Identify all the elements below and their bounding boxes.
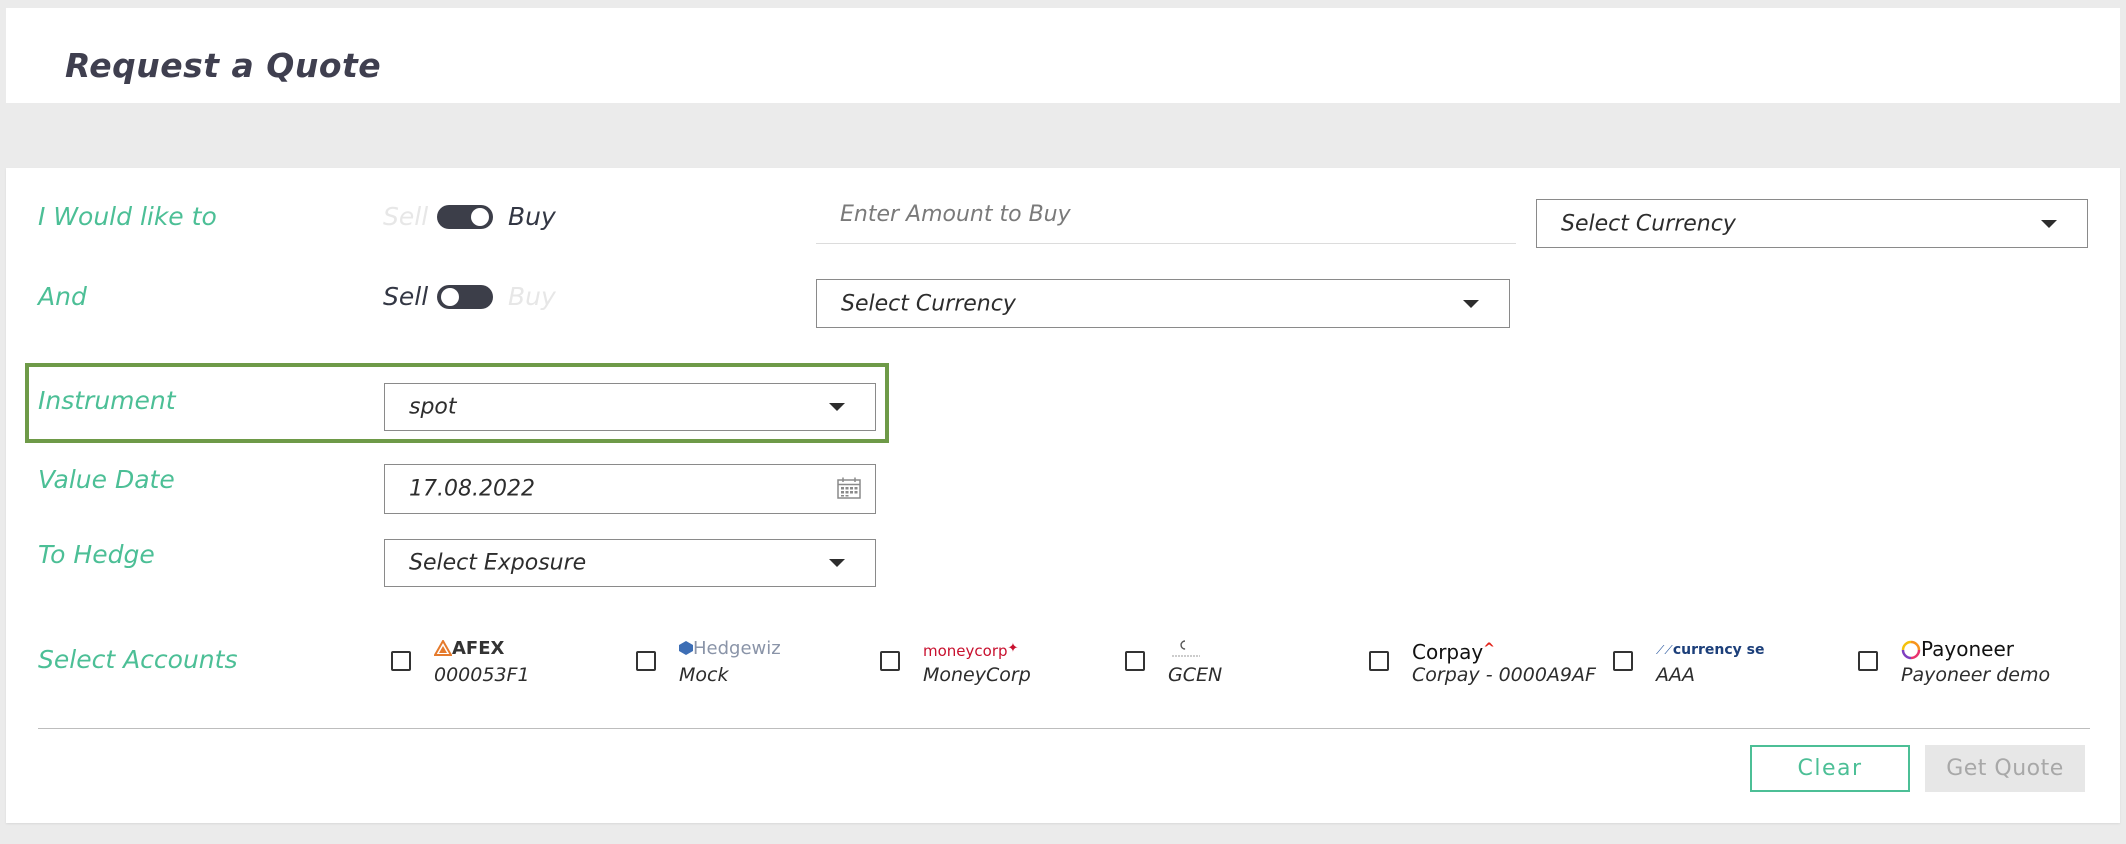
sell-currency-value: Select Currency <box>841 291 1016 316</box>
divider <box>38 728 2090 729</box>
chevron-down-icon <box>829 559 845 567</box>
exposure-value: Select Exposure <box>409 550 587 576</box>
account-name: 000053F1 <box>434 664 530 686</box>
account-name: MoneyCorp <box>923 664 1031 686</box>
account-checkbox[interactable] <box>1125 651 1145 671</box>
clear-button[interactable]: Clear <box>1750 745 1910 792</box>
and-label: And <box>38 282 87 311</box>
sell-currency-select[interactable]: Select Currency <box>816 279 1510 328</box>
chevron-down-icon <box>2041 219 2057 228</box>
account-checkbox[interactable] <box>1369 651 1389 671</box>
buy-currency-select[interactable]: Select Currency <box>1536 199 2088 248</box>
account-name: AAA <box>1656 664 1695 686</box>
corpay-logo: Corpay^ <box>1412 640 1495 664</box>
would-like-label: I Would like to <box>38 202 217 231</box>
value-date-label: Value Date <box>38 465 175 494</box>
row1-buy-sell-toggle[interactable] <box>437 205 493 229</box>
buy-currency-value: Select Currency <box>1561 211 1736 236</box>
afex-logo-icon <box>433 638 453 656</box>
toggle-knob <box>441 288 459 306</box>
exposure-select[interactable]: Select Exposure <box>384 539 876 587</box>
chevron-down-icon <box>1463 299 1479 308</box>
chevron-down-icon <box>829 403 845 411</box>
quote-form: I Would like to Sell Buy Select Currency… <box>6 168 2120 823</box>
page-title: Request a Quote <box>65 46 382 85</box>
instrument-value: spot <box>409 394 457 420</box>
instrument-label: Instrument <box>38 386 176 415</box>
sparkle-icon: ✦ <box>1007 641 1019 656</box>
get-quote-button[interactable]: Get Quote <box>1925 745 2085 792</box>
currency-se-logo: ⟋⟋currency se <box>1656 642 1765 658</box>
page-header: Request a Quote <box>6 8 2120 103</box>
select-accounts-label: Select Accounts <box>38 645 238 674</box>
moneycorp-logo: moneycorp✦ <box>923 641 1019 660</box>
gcen-logo <box>1168 638 1204 660</box>
row1-sell-text: Sell <box>383 202 429 231</box>
gcen-logo-icon <box>1172 640 1200 657</box>
toggle-knob <box>471 208 489 226</box>
link-icon: ⟋⟋ <box>1656 643 1673 657</box>
caret-up-icon: ^ <box>1483 641 1495 657</box>
instrument-select[interactable]: spot <box>384 383 876 431</box>
calendar-icon[interactable] <box>837 477 861 499</box>
amount-input[interactable] <box>816 186 1516 244</box>
hedgewiz-logo-icon <box>679 641 693 655</box>
row2-sell-text: Sell <box>383 282 429 311</box>
payoneer-logo-icon <box>1901 640 1921 660</box>
account-checkbox[interactable] <box>1858 651 1878 671</box>
account-checkbox[interactable] <box>636 651 656 671</box>
row2-buy-sell-toggle[interactable] <box>437 285 493 309</box>
to-hedge-label: To Hedge <box>38 540 155 569</box>
account-checkbox[interactable] <box>391 651 411 671</box>
account-name: GCEN <box>1168 664 1223 686</box>
afex-logo: AFEX <box>433 638 504 660</box>
account-name: Mock <box>679 664 729 686</box>
account-checkbox[interactable] <box>880 651 900 671</box>
account-name: Corpay - 0000A9AF <box>1412 664 1596 686</box>
row2-buy-text: Buy <box>508 282 556 311</box>
payoneer-logo: Payoneer <box>1901 638 2014 660</box>
hedgewiz-logo: Hedgewiz <box>679 638 781 660</box>
value-date-input[interactable]: 17.08.2022 <box>384 464 876 514</box>
account-name: Payoneer demo <box>1901 664 2051 686</box>
value-date-value: 17.08.2022 <box>409 476 535 502</box>
account-checkbox[interactable] <box>1613 651 1633 671</box>
row1-buy-text: Buy <box>508 202 556 231</box>
